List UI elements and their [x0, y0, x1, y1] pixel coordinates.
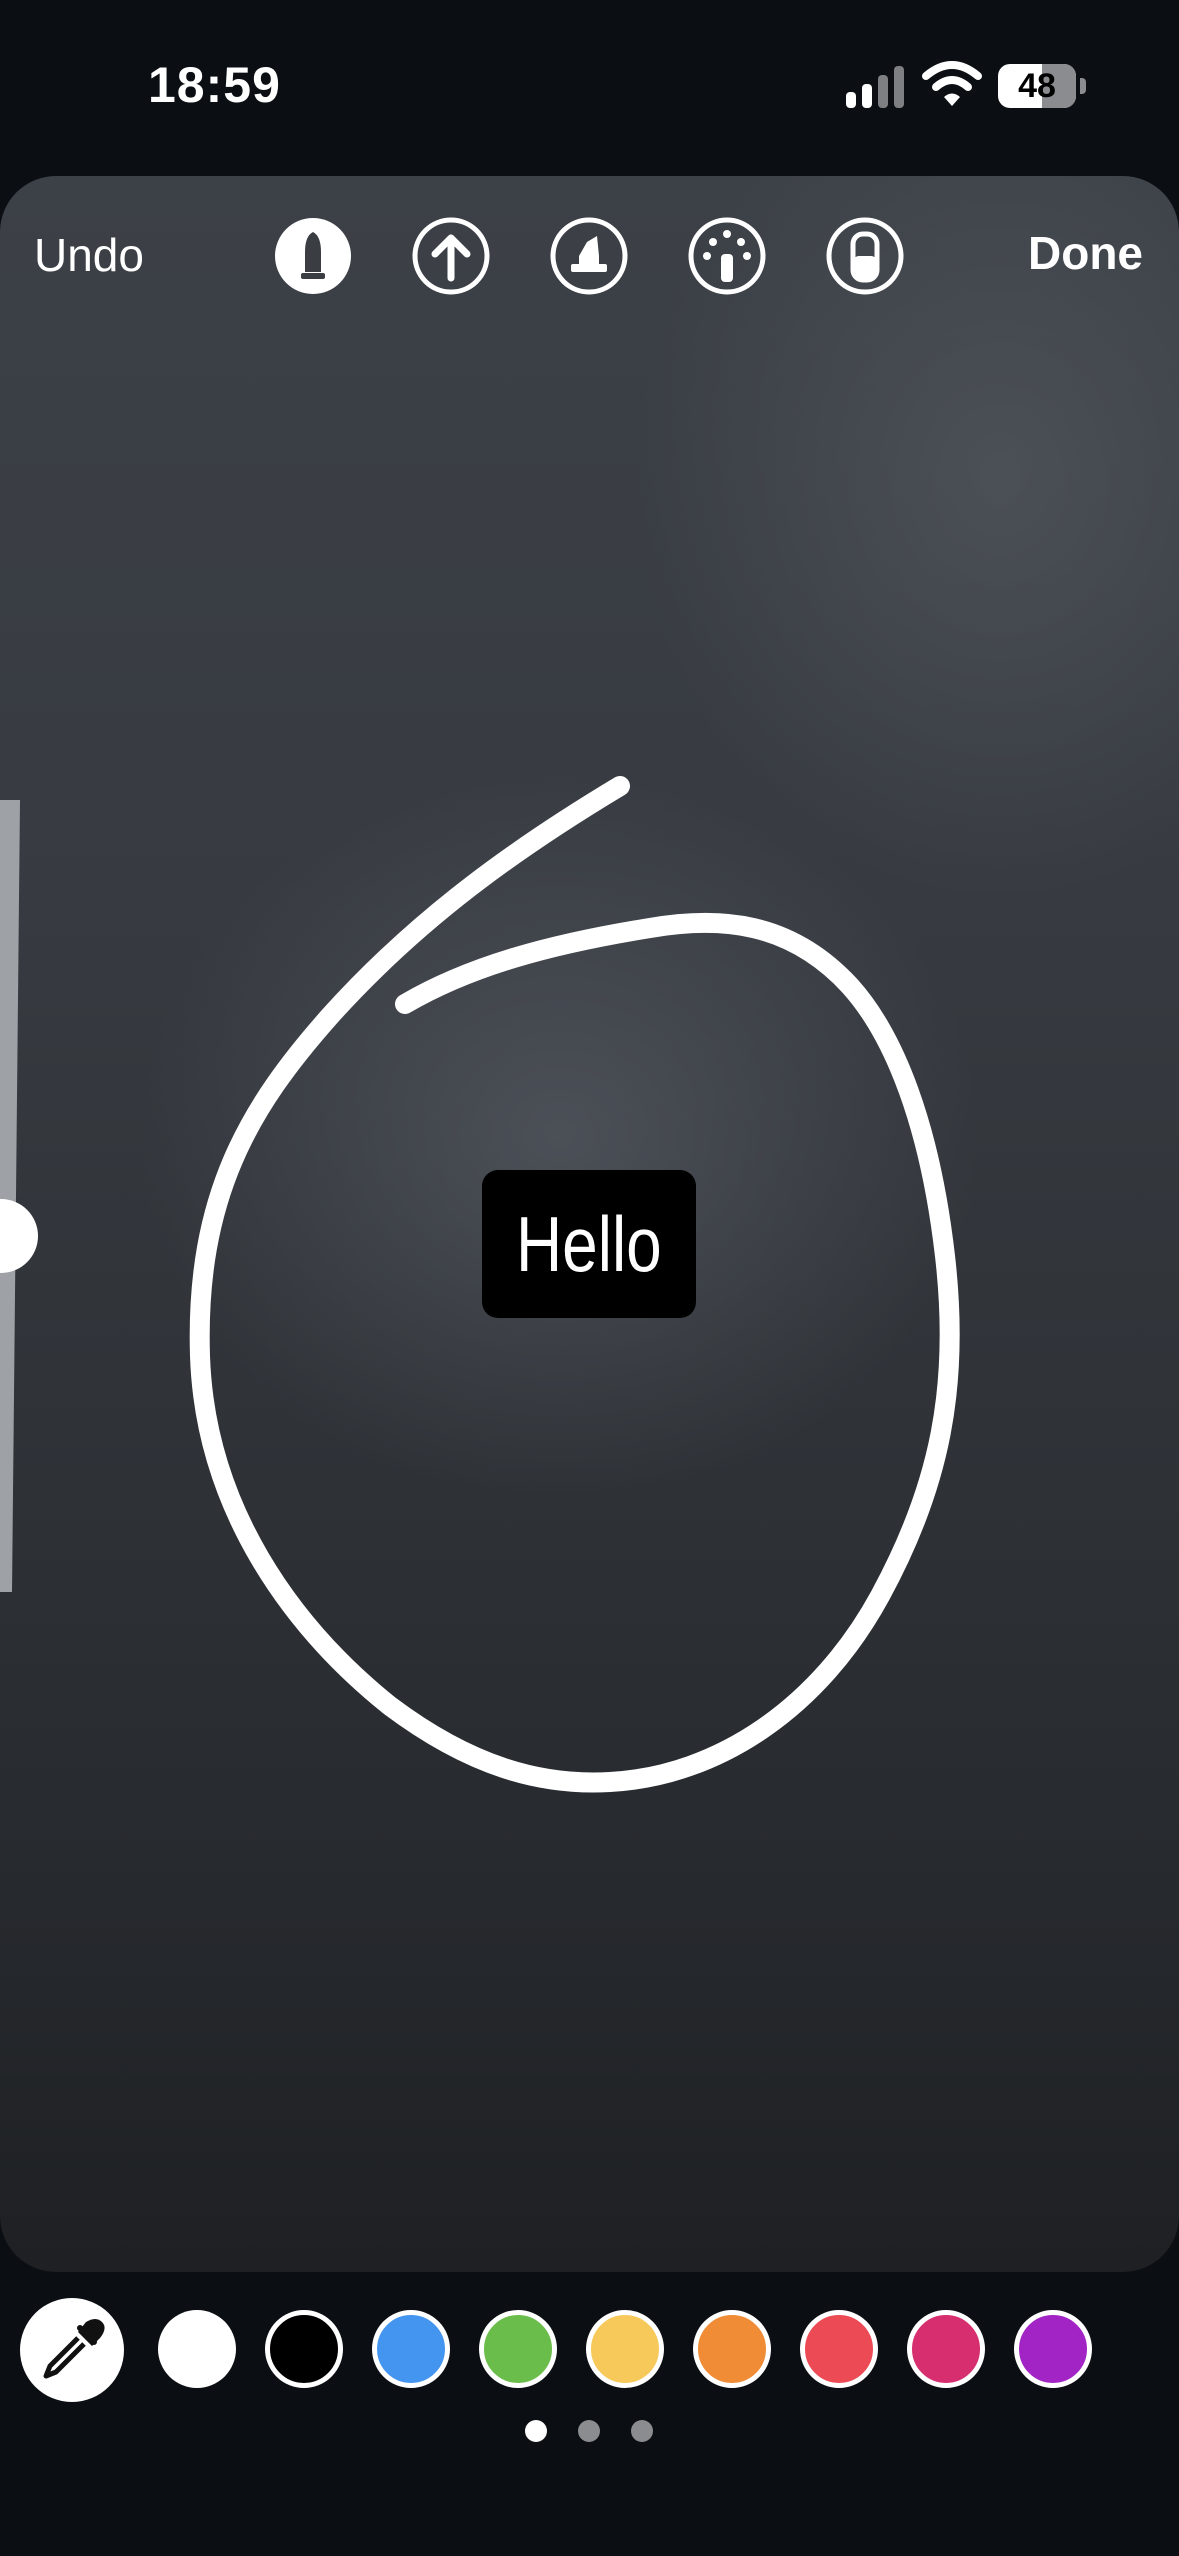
eraser-icon [826, 217, 904, 295]
color-swatch[interactable] [586, 2310, 664, 2388]
undo-button[interactable]: Undo [34, 228, 144, 282]
arrow-pen-icon [412, 217, 490, 295]
text-sticker-label: Hello [516, 1199, 662, 1288]
cellular-signal-icon [846, 66, 904, 108]
eraser-tool-button[interactable] [825, 216, 905, 296]
color-swatch[interactable] [693, 2310, 771, 2388]
highlighter-icon [550, 217, 628, 295]
page-indicator-dot [631, 2420, 653, 2442]
color-swatch[interactable] [907, 2310, 985, 2388]
color-swatch[interactable] [372, 2310, 450, 2388]
eyedropper-button[interactable] [20, 2298, 124, 2402]
wifi-icon [922, 61, 982, 106]
done-button[interactable]: Done [1028, 226, 1143, 280]
battery-nub [1080, 78, 1086, 94]
drawing-canvas[interactable]: Hello [0, 176, 1179, 2272]
status-time: 18:59 [148, 57, 281, 113]
marker-icon [275, 218, 351, 294]
color-swatch[interactable] [265, 2310, 343, 2388]
color-swatch[interactable] [158, 2310, 236, 2388]
neon-pen-icon [688, 217, 766, 295]
page-indicator-dot [578, 2420, 600, 2442]
color-swatch[interactable] [479, 2310, 557, 2388]
marker-tool-button[interactable] [273, 216, 353, 296]
eyedropper-icon [43, 2319, 105, 2379]
color-swatch[interactable] [800, 2310, 878, 2388]
battery-level: 48 [1018, 67, 1056, 105]
text-sticker[interactable]: Hello [482, 1170, 696, 1318]
highlighter-tool-button[interactable] [549, 216, 629, 296]
page-indicator-dot [525, 2420, 547, 2442]
neon-tool-button[interactable] [687, 216, 767, 296]
battery-icon: 48 [998, 64, 1076, 108]
arrow-tool-button[interactable] [411, 216, 491, 296]
color-swatch[interactable] [1014, 2310, 1092, 2388]
